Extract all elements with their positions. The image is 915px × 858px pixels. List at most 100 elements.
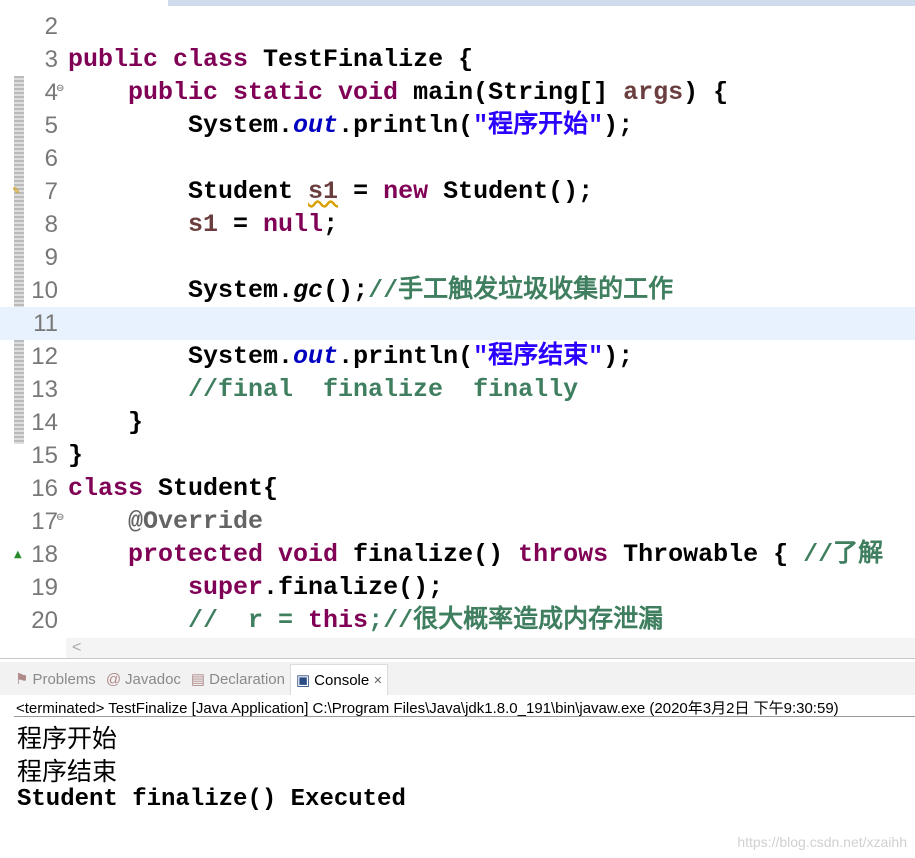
code-token: .finalize();: [263, 573, 444, 602]
code-line[interactable]: 4 ⊖ public static void main(String[] args…: [0, 76, 915, 109]
code-token: =: [338, 177, 384, 206]
code-token: args: [623, 78, 684, 107]
code-token: new: [383, 177, 444, 206]
code-line[interactable]: 9: [0, 241, 915, 274]
code-text: @Override: [68, 505, 263, 538]
code-token: @Override: [68, 507, 264, 536]
code-line[interactable]: 18 ▲ protected void finalize() throws Thr…: [0, 538, 915, 571]
override-marker-icon: ▲: [14, 549, 22, 560]
code-token: "程序开始": [473, 111, 604, 140]
code-line[interactable]: 15}: [0, 439, 915, 472]
at-icon: @: [105, 670, 122, 688]
code-token: );: [603, 342, 634, 371]
code-token: Student();: [443, 177, 594, 206]
problems-icon: ⚑: [15, 671, 29, 688]
code-text: }: [68, 406, 143, 439]
line-number: 8: [44, 211, 58, 238]
console-icon: ▣: [295, 672, 311, 689]
code-token: out: [293, 111, 339, 140]
code-token: s1: [308, 177, 339, 206]
code-token: //final finalize finally: [68, 375, 579, 404]
line-number: 9: [44, 244, 58, 271]
code-line[interactable]: 13 //final finalize finally: [0, 373, 915, 406]
fold-toggle-icon[interactable]: ⊖: [56, 72, 64, 105]
code-token: super: [68, 573, 264, 602]
code-token: ();: [323, 276, 369, 305]
line-number: 16: [31, 475, 58, 502]
code-line[interactable]: 6: [0, 142, 915, 175]
code-token: // r =: [68, 606, 309, 635]
code-line[interactable]: 14 }: [0, 406, 915, 439]
code-text: public static void main(String[] args) {: [68, 76, 728, 109]
code-token: Student{: [158, 474, 279, 503]
line-number: 12: [31, 343, 58, 370]
code-text: // r = this;//很大概率造成内存泄漏: [68, 604, 663, 637]
code-line[interactable]: 19 super.finalize();: [0, 571, 915, 604]
close-icon[interactable]: ✕: [373, 674, 382, 687]
console-view: <terminated> TestFinalize [Java Applicat…: [0, 695, 915, 858]
code-token: .println(: [338, 342, 474, 371]
line-number: 14: [31, 409, 58, 436]
line-number: 2: [44, 13, 58, 40]
declaration-icon: ▤: [190, 671, 206, 688]
code-line[interactable]: 7 ✎ Student s1 = new Student();: [0, 175, 915, 208]
code-token: throws: [518, 540, 624, 569]
code-token: ) {: [683, 78, 729, 107]
code-line[interactable]: 8 s1 = null;: [0, 208, 915, 241]
tab-label: Problems: [32, 670, 96, 688]
line-number: 20: [31, 607, 58, 634]
tab-label: Declaration: [209, 670, 285, 688]
tab-javadoc[interactable]: @ Javadoc: [101, 664, 186, 694]
code-text: super.finalize();: [68, 571, 443, 604]
code-token: }: [68, 408, 144, 437]
code-token: System.: [68, 276, 294, 305]
line-number: 17: [31, 508, 58, 535]
tab-problems[interactable]: ⚑ Problems: [10, 664, 101, 694]
code-text: //final finalize finally: [68, 373, 578, 406]
code-token: finalize(): [353, 540, 519, 569]
code-line[interactable]: 17 ⊖ @Override: [0, 505, 915, 538]
line-number: 13: [31, 376, 58, 403]
code-editor[interactable]: 2 3 public class TestFinalize {4 ⊖ public s…: [0, 6, 915, 659]
horizontal-scrollbar[interactable]: <: [66, 638, 915, 658]
console-process-info: <terminated> TestFinalize [Java Applicat…: [16, 700, 839, 717]
code-line[interactable]: 2: [0, 10, 915, 43]
code-token: out: [293, 342, 339, 371]
tab-declaration[interactable]: ▤ Declaration: [186, 664, 290, 694]
code-token: Student: [68, 177, 309, 206]
tab-label: Console: [314, 671, 370, 689]
line-number: 10: [31, 277, 58, 304]
line-number: 19: [31, 574, 58, 601]
tab-console[interactable]: ▣ Console ✕: [289, 664, 389, 695]
code-line[interactable]: 5 System.out.println("程序开始");: [0, 109, 915, 142]
code-text: s1 = null;: [68, 208, 338, 241]
scroll-left-icon[interactable]: <: [72, 639, 81, 656]
line-number: 6: [44, 145, 58, 172]
code-text: class Student{: [68, 472, 278, 505]
code-token: System.: [68, 111, 294, 140]
code-line[interactable]: 10 System.gc();//手工触发垃圾收集的工作: [0, 274, 915, 307]
code-token: public static void: [68, 78, 414, 107]
line-number: 4: [44, 79, 58, 106]
code-line[interactable]: 3 public class TestFinalize {: [0, 43, 915, 76]
code-token: }: [68, 441, 84, 470]
code-token: class: [68, 474, 159, 503]
code-line[interactable]: 20 // r = this;//很大概率造成内存泄漏: [0, 604, 915, 637]
code-token: ;: [323, 210, 339, 239]
code-token: Throwable {: [623, 540, 804, 569]
warning-lightbulb-icon[interactable]: ✎: [12, 175, 20, 208]
code-token: main(String[]: [413, 78, 624, 107]
code-line[interactable]: 12 System.out.println("程序结束");: [0, 340, 915, 373]
code-text: System.out.println("程序结束");: [68, 340, 633, 373]
code-text: Student s1 = new Student();: [68, 175, 593, 208]
code-token: ;//很大概率造成内存泄漏: [368, 606, 664, 635]
line-number: 18: [31, 541, 58, 568]
line-number: 3: [44, 46, 58, 73]
code-token: public class: [68, 45, 264, 74]
line-number: 11: [33, 310, 58, 337]
line-number: 5: [44, 112, 58, 139]
code-line[interactable]: 11: [0, 307, 915, 340]
console-output-line: 程序结束: [17, 759, 118, 788]
code-line[interactable]: 16 class Student{: [0, 472, 915, 505]
fold-toggle-icon[interactable]: ⊖: [56, 501, 64, 534]
